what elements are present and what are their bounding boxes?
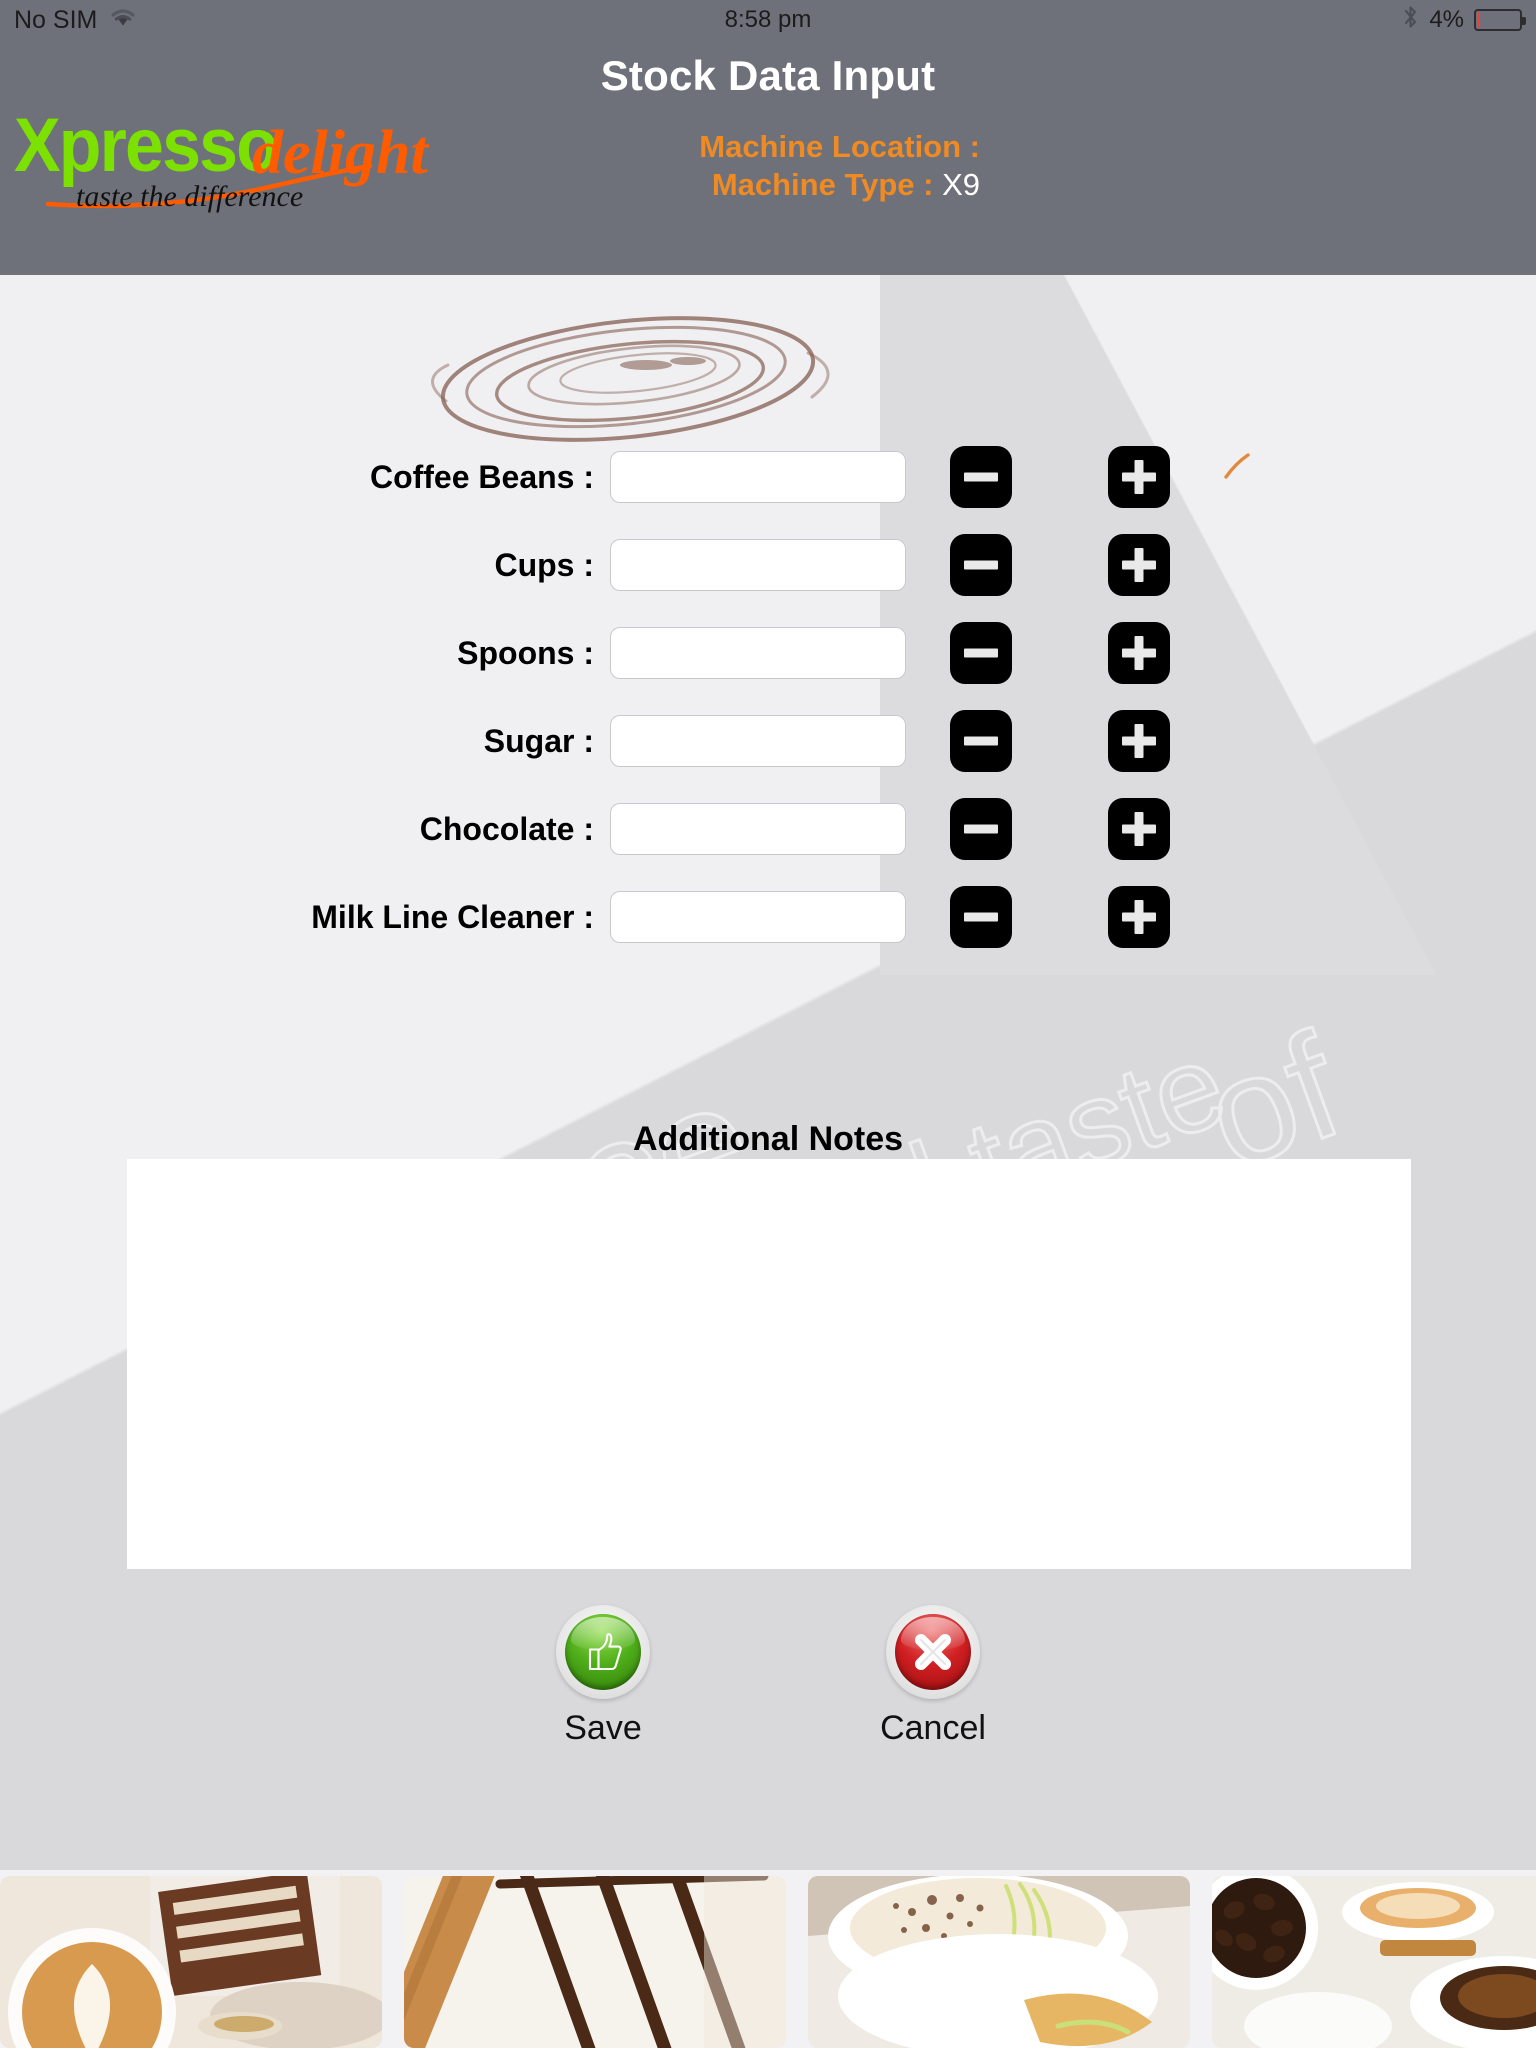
minus-button-coffee-beans[interactable]	[950, 446, 1012, 508]
coffee-beans-and-cups-photo	[1212, 1876, 1536, 2048]
chocolate-drizzle-dessert-photo	[404, 1876, 786, 2048]
machine-location-label: Machine Location :	[699, 129, 980, 164]
form-row-sugar: Sugar :	[0, 697, 1536, 785]
battery-icon	[1474, 9, 1526, 31]
label-chocolate: Chocolate :	[419, 810, 594, 847]
form-row-spoons: Spoons :	[0, 609, 1536, 697]
machine-info: Machine Location : Machine Type : X9	[656, 128, 1536, 204]
stock-form: Coffee Beans : Cups : Spoons : Sugar : C…	[0, 433, 1536, 961]
main-content: perience and taste from the of	[0, 275, 1536, 1870]
plus-button-chocolate[interactable]	[1108, 798, 1170, 860]
plus-button-sugar[interactable]	[1108, 710, 1170, 772]
machine-location-row: Machine Location :	[656, 128, 980, 166]
brand-logo: Xpresso delight taste the difference	[14, 102, 434, 222]
input-spoons[interactable]	[610, 627, 906, 679]
machine-type-label: Machine Type :	[711, 166, 934, 202]
coffee-ring-stain-icon	[431, 316, 830, 442]
label-milk-line-cleaner: Milk Line Cleaner :	[311, 898, 594, 935]
plus-button-cups[interactable]	[1108, 534, 1170, 596]
minus-button-chocolate[interactable]	[950, 798, 1012, 860]
input-milk-line-cleaner[interactable]	[610, 891, 906, 943]
status-bar: No SIM 8:58 pm 4%	[0, 0, 1536, 40]
input-cups[interactable]	[610, 539, 906, 591]
save-button-label: Save	[564, 1709, 642, 1747]
logo-tagline: taste the difference	[76, 180, 304, 213]
form-row-milk-line-cleaner: Milk Line Cleaner :	[0, 873, 1536, 961]
minus-button-spoons[interactable]	[950, 622, 1012, 684]
thumbs-up-icon	[565, 1614, 641, 1690]
page-title: Stock Data Input	[600, 52, 936, 99]
minus-button-milk-line-cleaner[interactable]	[950, 886, 1012, 948]
additional-notes-textarea[interactable]	[127, 1159, 1411, 1569]
plus-button-spoons[interactable]	[1108, 622, 1170, 684]
battery-percent-label: 4%	[1429, 6, 1464, 33]
save-button[interactable]: Save	[508, 1605, 698, 1748]
photo-strip	[0, 1870, 1536, 2048]
save-button-ring	[556, 1605, 650, 1699]
logo-wordmark: Xpresso delight	[14, 102, 434, 188]
machine-type-value: X9	[942, 166, 980, 202]
label-cups: Cups :	[494, 546, 594, 583]
additional-notes-title: Additional Notes	[632, 1120, 904, 1158]
input-coffee-beans[interactable]	[610, 451, 906, 503]
form-row-coffee-beans: Coffee Beans :	[0, 433, 1536, 521]
action-button-bar: Save Cancel	[0, 1605, 1536, 1748]
cancel-button-ring	[886, 1605, 980, 1699]
latte-art-and-cake-photo	[0, 1876, 382, 2048]
app-root: No SIM 8:58 pm 4% Stock Data Input Xpres…	[0, 0, 1536, 2048]
circle-x-icon	[895, 1614, 971, 1690]
form-row-chocolate: Chocolate :	[0, 785, 1536, 873]
cancel-button-label: Cancel	[880, 1709, 986, 1747]
cappuccino-with-herbs-photo	[808, 1876, 1190, 2048]
label-spoons: Spoons :	[457, 634, 594, 671]
cancel-button[interactable]: Cancel	[838, 1605, 1028, 1748]
status-bar-time: 8:58 pm	[724, 6, 812, 33]
label-coffee-beans: Coffee Beans :	[369, 458, 594, 495]
app-header: Stock Data Input Xpresso delight taste t…	[0, 40, 1536, 275]
plus-button-coffee-beans[interactable]	[1108, 446, 1170, 508]
status-bar-right: 4%	[1402, 0, 1526, 40]
machine-type-row: Machine Type : X9	[656, 166, 980, 204]
plus-button-milk-line-cleaner[interactable]	[1108, 886, 1170, 948]
logo-word-xpresso: Xpresso	[14, 103, 279, 188]
decorative-swoosh-icon	[1224, 453, 1250, 479]
form-row-cups: Cups :	[0, 521, 1536, 609]
input-chocolate[interactable]	[610, 803, 906, 855]
bluetooth-icon	[1402, 4, 1419, 37]
label-sugar: Sugar :	[483, 722, 594, 759]
minus-button-cups[interactable]	[950, 534, 1012, 596]
minus-button-sugar[interactable]	[950, 710, 1012, 772]
input-sugar[interactable]	[610, 715, 906, 767]
logo-word-delight: delight	[252, 119, 428, 187]
